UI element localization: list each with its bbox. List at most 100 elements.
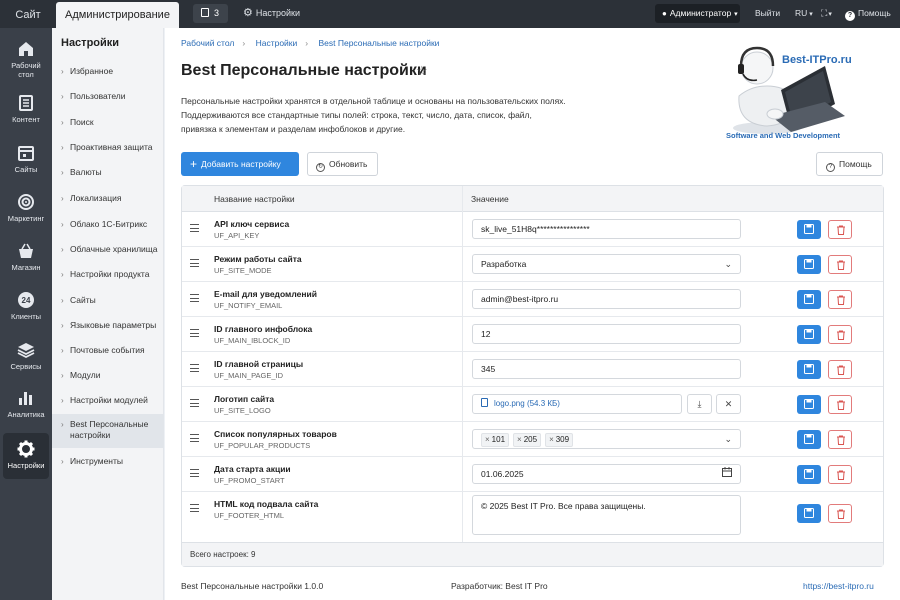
favorite-star-icon[interactable]: ☆ [416, 63, 428, 79]
sidebar-item-product-settings[interactable]: › Настройки продукта [52, 269, 164, 280]
save-button[interactable] [797, 430, 821, 449]
save-button[interactable] [797, 220, 821, 239]
help-button[interactable]: ? Помощь [816, 152, 883, 176]
tab-site[interactable]: Сайт [0, 2, 56, 28]
settings-table: Название настройки Значение API ключ сер… [181, 185, 884, 567]
language-switch[interactable]: RU ▾ [795, 4, 813, 24]
file-field[interactable]: logo.png (54.3 КБ) [472, 394, 682, 414]
sidebar-item-localization[interactable]: › Локализация [52, 193, 164, 204]
selected-tag[interactable]: × 309 [545, 433, 574, 447]
table-row: Список популярных товаров UF_POPULAR_PRO… [182, 422, 883, 457]
drag-handle-icon[interactable] [190, 294, 199, 302]
date-input[interactable]: 01.06.2025 [472, 464, 741, 484]
drag-handle-icon[interactable] [190, 469, 199, 477]
breadcrumb-item[interactable]: Настройки [256, 38, 298, 48]
user-menu[interactable]: ● Администратор ▾ [655, 4, 740, 23]
select-value: Разработка [481, 259, 527, 269]
setting-value-select[interactable]: Разработка ⌄ [472, 254, 741, 274]
sidebar-item-cloud-storage[interactable]: › Облачные хранилища [52, 244, 164, 255]
chevron-right-icon: › [61, 396, 64, 405]
help-link[interactable]: ? Помощь [845, 4, 891, 23]
delete-button[interactable] [828, 255, 852, 274]
sidebar-item-modules[interactable]: › Модули [52, 370, 164, 381]
nav-analytics[interactable]: Аналитика [0, 389, 52, 419]
save-button[interactable] [797, 504, 821, 523]
sidebar-item-label: Почтовые события [70, 345, 145, 355]
sidebar-item-best-settings[interactable]: › Best Персональные настройки [52, 414, 164, 448]
refresh-button[interactable]: ↻ Обновить [307, 152, 378, 176]
plus-icon: + [190, 157, 198, 171]
sidebar-item-search[interactable]: › Поиск [52, 117, 164, 128]
nav-content[interactable]: Контент [0, 94, 52, 124]
selected-tag[interactable]: × 101 [481, 433, 510, 447]
sidebar-item-users[interactable]: › Пользователи [52, 91, 164, 102]
delete-button[interactable] [828, 465, 852, 484]
mode-switch[interactable]: ⛶▾ [821, 4, 832, 24]
save-button[interactable] [797, 290, 821, 309]
add-setting-button[interactable]: + Добавить настройку [181, 152, 299, 176]
setting-value-input[interactable]: sk_live_51H8q**************** [472, 219, 741, 239]
save-button[interactable] [797, 465, 821, 484]
close-icon[interactable]: × [485, 435, 490, 444]
drag-handle-icon[interactable] [190, 364, 199, 372]
sidebar-item-languages[interactable]: › Языковые параметры [52, 320, 164, 331]
drag-handle-icon[interactable] [190, 399, 199, 407]
footer-link[interactable]: https://best-itpro.ru [803, 581, 874, 591]
chevron-right-icon: › [61, 92, 64, 101]
nav-clients[interactable]: 24 Клиенты [0, 291, 52, 321]
sidebar-item-mail-events[interactable]: › Почтовые события [52, 345, 164, 356]
nav-desktop[interactable]: Рабочий стол [0, 40, 52, 79]
nav-marketing[interactable]: Маркетинг [0, 193, 52, 223]
sidebar-item-cloud[interactable]: › Облако 1С-Битрикс [52, 219, 164, 230]
table-row: Логотип сайта UF_SITE_LOGO logo.png (54.… [182, 387, 883, 422]
notifications-button[interactable]: 3 [193, 4, 228, 23]
top-settings-link[interactable]: ⚙ Настройки [243, 4, 300, 23]
sidebar-item-currencies[interactable]: › Валюты [52, 167, 164, 178]
drag-handle-icon[interactable] [190, 224, 199, 232]
tab-administration[interactable]: Администрирование [56, 2, 179, 28]
save-button[interactable] [797, 395, 821, 414]
sidebar-item-favorites[interactable]: › Избранное [52, 66, 164, 77]
delete-button[interactable] [828, 360, 852, 379]
delete-button[interactable] [828, 220, 852, 239]
close-icon: ✕ [724, 399, 733, 409]
delete-button[interactable] [828, 290, 852, 309]
drag-handle-icon[interactable] [190, 329, 199, 337]
nav-settings[interactable]: Настройки [3, 433, 49, 479]
delete-button[interactable] [828, 504, 852, 523]
sidebar-item-tools[interactable]: › Инструменты [52, 456, 164, 467]
setting-value-input[interactable]: 12 [472, 324, 741, 344]
delete-button[interactable] [828, 430, 852, 449]
download-button[interactable]: ⤓ [687, 394, 712, 414]
setting-value-textarea[interactable]: © 2025 Best IT Pro. Все права защищены. [472, 495, 741, 535]
sidebar-item-sites[interactable]: › Сайты [52, 295, 164, 306]
save-button[interactable] [797, 255, 821, 274]
drag-handle-icon[interactable] [190, 259, 199, 267]
drag-handle-icon[interactable] [190, 504, 199, 512]
drag-handle-icon[interactable] [190, 434, 199, 442]
nav-shop[interactable]: Магазин [0, 242, 52, 272]
delete-button[interactable] [828, 395, 852, 414]
close-icon[interactable]: × [549, 435, 554, 444]
column-header-value: Значение [471, 194, 509, 204]
logout-link[interactable]: Выйти [755, 4, 780, 23]
logo-name: Best-ITPro.ru [782, 54, 852, 66]
sidebar-item-module-settings[interactable]: › Настройки модулей [52, 395, 164, 406]
save-button[interactable] [797, 325, 821, 344]
selected-tag[interactable]: × 205 [513, 433, 542, 447]
save-button[interactable] [797, 360, 821, 379]
close-icon[interactable]: × [517, 435, 522, 444]
setting-value-input[interactable]: admin@best-itpro.ru [472, 289, 741, 309]
breadcrumb-item[interactable]: Рабочий стол [181, 38, 234, 48]
nav-services[interactable]: Сервисы [0, 341, 52, 371]
setting-value-input[interactable]: 345 [472, 359, 741, 379]
remove-file-button[interactable]: ✕ [716, 394, 741, 414]
nav-sites[interactable]: Сайты [0, 144, 52, 174]
breadcrumb-item[interactable]: Best Персональные настройки [318, 38, 439, 48]
sidebar-item-proactive[interactable]: › Проактивная защита [52, 142, 164, 153]
top-bar: Сайт Администрирование 3 ⚙ Настройки ● Адм… [0, 0, 900, 28]
calendar-icon[interactable] [722, 465, 732, 483]
setting-value-multiselect[interactable]: × 101 × 205 × 309 ⌄ [472, 429, 741, 449]
chevron-down-icon: ⌄ [724, 434, 732, 444]
delete-button[interactable] [828, 325, 852, 344]
